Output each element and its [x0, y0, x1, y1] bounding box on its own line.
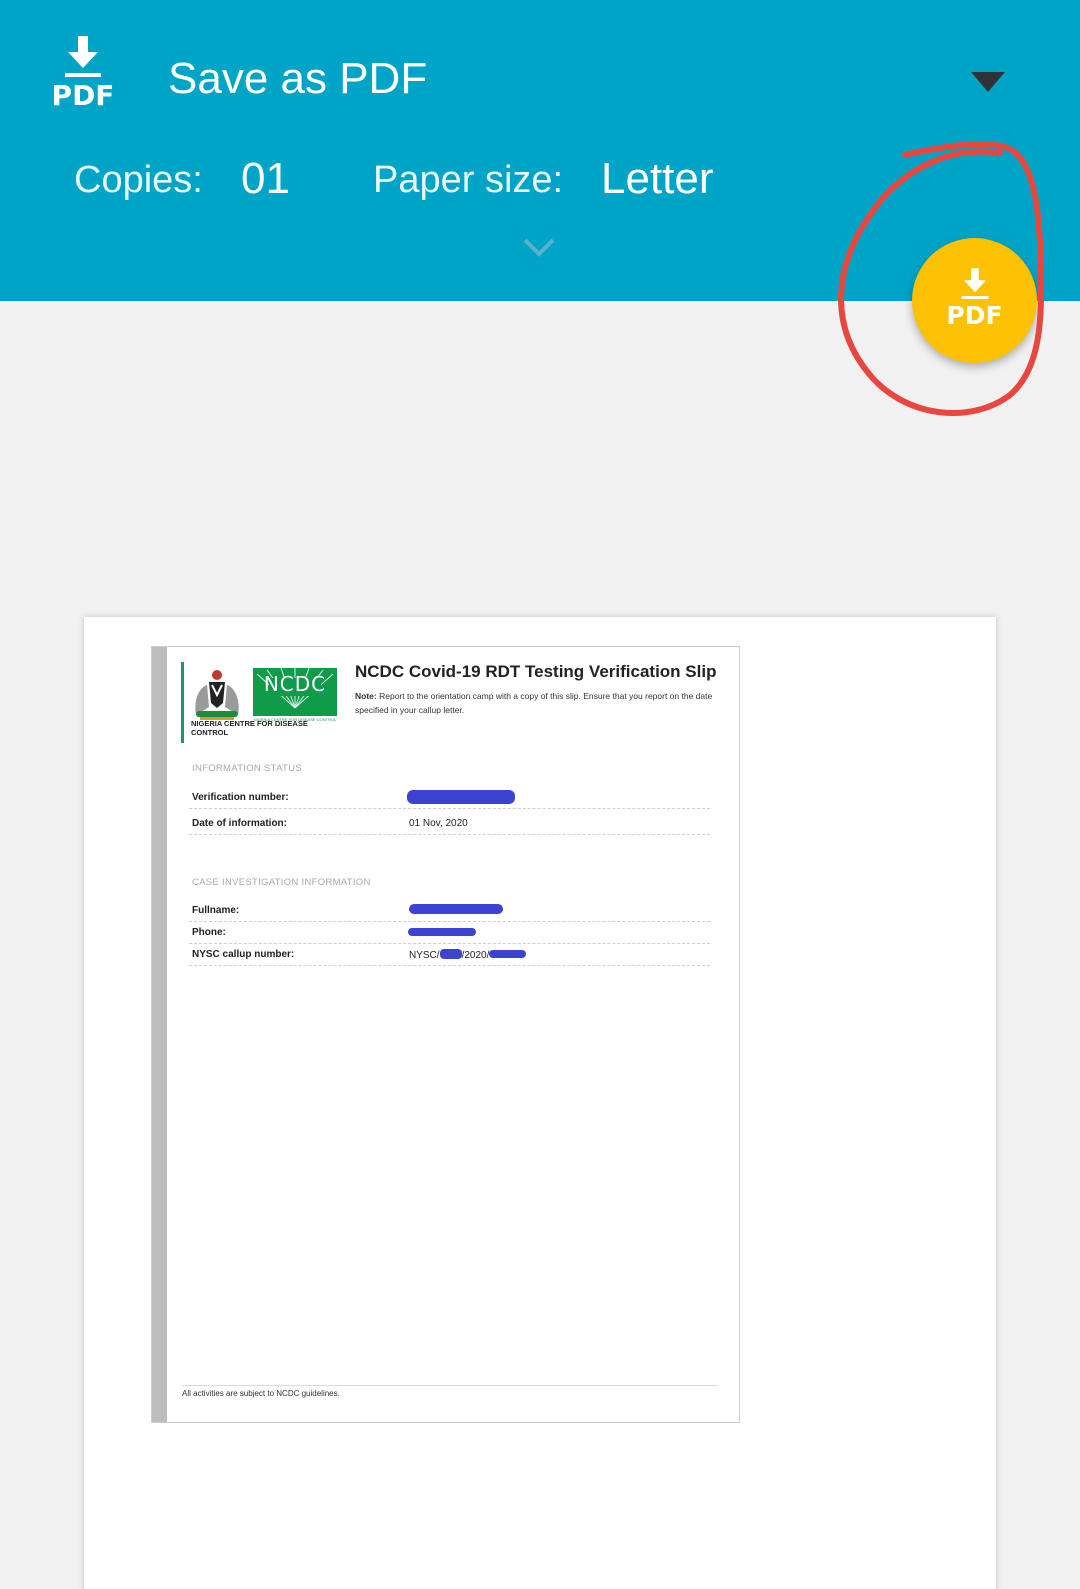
slip-note: Note: Report to the orientation camp wit… [355, 691, 713, 715]
section-information-status: INFORMATION STATUS [192, 763, 302, 774]
section-case-investigation: CASE INVESTIGATION INFORMATION [192, 877, 371, 888]
pdf-download-icon: PDF [912, 268, 1037, 328]
printer-dropdown-arrow-icon[interactable] [971, 72, 1005, 92]
slip-accent-line [181, 662, 184, 743]
copies-value[interactable]: 01 [241, 154, 290, 204]
printer-select[interactable]: Save as PDF [168, 54, 427, 104]
print-toolbar: PDF Save as PDF Copies: 01 Paper size: L… [0, 0, 1080, 301]
callup-value: NYSC//2020/ [409, 949, 527, 961]
row-phone: Phone: [189, 922, 710, 944]
print-preview-page: NCDC NIGERIA CENTRE FOR DISEASE CONTROL … [84, 617, 996, 1589]
redacted-value [409, 904, 503, 914]
paper-size-label: Paper size: [373, 159, 564, 201]
download-pdf-button[interactable]: PDF [912, 238, 1037, 363]
redacted-value [408, 928, 476, 936]
redacted-value [489, 950, 527, 958]
copies-label: Copies: [74, 159, 203, 201]
organization-name: NIGERIA CENTRE FOR DISEASE CONTROL [191, 719, 308, 737]
row-date-of-information: Date of information: 01 Nov, 2020 [189, 813, 710, 835]
slip-footer: All activities are subject to NCDC guide… [182, 1389, 340, 1398]
ncdc-logo: NCDC [253, 668, 337, 716]
slip-title: NCDC Covid-19 RDT Testing Verification S… [355, 662, 717, 681]
row-verification-number: Verification number: [189, 787, 710, 809]
verification-slip: NCDC NIGERIA CENTRE FOR DISEASE CONTROL … [151, 646, 740, 1423]
coat-of-arms-icon [195, 670, 239, 720]
redacted-value [439, 949, 462, 959]
row-nysc-callup-number: NYSC callup number: NYSC//2020/ [189, 944, 710, 966]
slip-side-bar [152, 647, 167, 1422]
footer-divider [182, 1385, 718, 1386]
pdf-download-icon: PDF [50, 36, 116, 110]
paper-size-value[interactable]: Letter [601, 154, 714, 204]
row-fullname: Fullname: [189, 900, 710, 922]
expand-chevron-icon[interactable] [522, 236, 556, 260]
ncdc-logo-text: NCDC [263, 672, 327, 696]
redacted-value [407, 790, 515, 804]
